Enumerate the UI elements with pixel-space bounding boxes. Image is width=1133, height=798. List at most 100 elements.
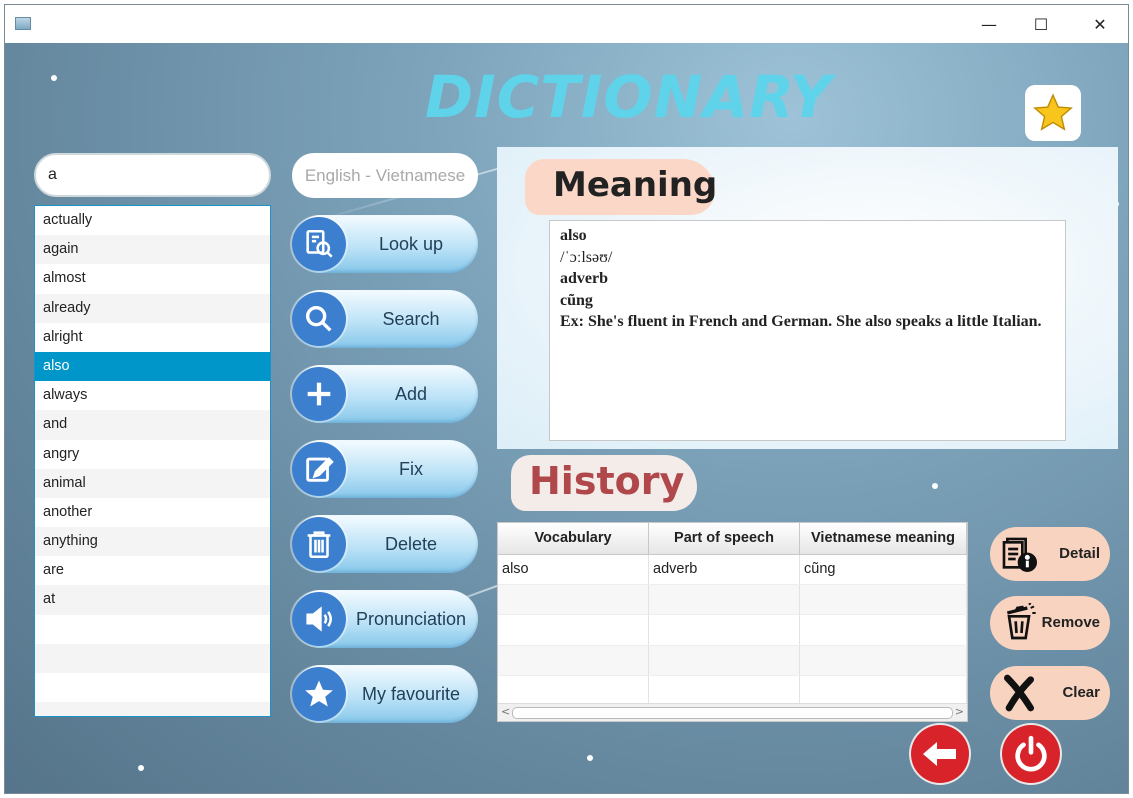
table-row (498, 585, 967, 616)
history-table[interactable]: Vocabulary Part of speech Vietnamese mea… (497, 522, 968, 722)
column-header[interactable]: Vocabulary (498, 523, 649, 554)
fix-label: Fix (399, 459, 423, 479)
delete-label: Delete (384, 534, 438, 554)
star-dot (587, 755, 593, 761)
table-row (498, 675, 967, 706)
add-button[interactable]: Add (292, 365, 478, 423)
maximize-button[interactable]: ☐ (1012, 5, 1070, 43)
power-button[interactable] (1002, 725, 1060, 783)
list-item[interactable]: actually (35, 206, 270, 235)
meaning-text-area[interactable]: also /ˈɔːlsəʊ/ adverb cũng Ex: She's flu… (549, 220, 1066, 441)
table-cell (498, 585, 649, 615)
remove-button[interactable]: Remove (990, 596, 1110, 650)
language-select[interactable]: English - Vietnamese (292, 153, 478, 198)
list-item[interactable]: almost (35, 264, 270, 293)
cross-icon (996, 670, 1042, 716)
list-item[interactable]: are (35, 556, 270, 585)
list-item[interactable]: anything (35, 527, 270, 557)
lookup-button[interactable]: Look up (292, 215, 478, 273)
favourite-star-button[interactable] (1025, 85, 1081, 141)
list-item (35, 673, 270, 702)
list-item[interactable]: at (35, 585, 270, 615)
meaning-example: Ex: She's fluent in French and German. S… (560, 313, 1042, 330)
table-cell (498, 645, 649, 675)
table-cell (649, 615, 800, 645)
table-row[interactable]: also adverb cũng (498, 555, 967, 586)
column-header[interactable]: Part of speech (649, 523, 800, 554)
word-list[interactable]: actually again almost already alright al… (34, 205, 271, 717)
table-cell (800, 675, 967, 705)
star-dot (51, 75, 57, 81)
column-header[interactable]: Vietnamese meaning (800, 523, 967, 554)
search-icon (292, 292, 346, 346)
detail-button[interactable]: Detail (990, 527, 1110, 581)
meaning-part-of-speech: adverb (560, 270, 608, 287)
list-item (35, 702, 270, 716)
meaning-phonetic: /ˈɔːlsəʊ/ (560, 248, 613, 266)
back-arrow-icon (923, 742, 956, 766)
list-item[interactable]: angry (35, 440, 270, 469)
list-item (35, 615, 270, 644)
scrollbar-thumb[interactable] (512, 707, 953, 719)
pronunciation-button[interactable]: Pronunciation (292, 590, 478, 648)
fix-button[interactable]: Fix (292, 440, 478, 498)
minimize-button[interactable]: — (960, 5, 1018, 43)
my-favourite-button[interactable]: My favourite (292, 665, 478, 723)
edit-icon (292, 442, 346, 496)
clear-button[interactable]: Clear (990, 666, 1110, 720)
trash-icon (292, 517, 346, 571)
search-button[interactable]: Search (292, 290, 478, 348)
table-cell: cũng (800, 555, 967, 585)
list-item[interactable]: always (35, 381, 270, 410)
star-dot (138, 765, 144, 771)
horizontal-scrollbar[interactable]: < > (498, 703, 967, 721)
speaker-icon (292, 592, 346, 646)
table-header: Vocabulary Part of speech Vietnamese mea… (498, 523, 967, 555)
remove-label: Remove (1041, 614, 1100, 631)
scroll-right-arrow[interactable]: > (955, 705, 964, 718)
lookup-icon (292, 217, 346, 271)
table-cell (800, 615, 967, 645)
plus-icon (292, 367, 346, 421)
delete-button[interactable]: Delete (292, 515, 478, 573)
table-cell: adverb (649, 555, 800, 585)
table-cell (800, 585, 967, 615)
app-icon (15, 17, 31, 30)
lookup-label: Look up (378, 234, 444, 254)
list-item (35, 643, 270, 673)
history-heading-text: History (529, 459, 685, 503)
my-favourite-label: My favourite (361, 684, 461, 704)
star-dot (932, 483, 938, 489)
history-heading: History (511, 455, 697, 511)
back-button[interactable] (911, 725, 969, 783)
table-cell (649, 675, 800, 705)
app-window: — ☐ ✕ DICTIONARY a English - Vietnamese … (4, 4, 1129, 794)
title-bar: — ☐ ✕ (5, 5, 1128, 43)
list-item-selected[interactable]: also (35, 351, 270, 382)
power-icon (1015, 735, 1047, 772)
app-content: DICTIONARY a English - Vietnamese actual… (5, 43, 1128, 793)
clear-label: Clear (1062, 684, 1100, 701)
table-row (498, 615, 967, 646)
meaning-panel: Meaning also /ˈɔːlsəʊ/ adverb cũng Ex: S… (497, 147, 1118, 449)
list-item[interactable]: animal (35, 468, 270, 498)
meaning-heading-text: Meaning (553, 165, 718, 205)
table-cell (498, 615, 649, 645)
list-item[interactable]: already (35, 293, 270, 323)
meaning-heading: Meaning (525, 159, 718, 215)
meaning-vietnamese: cũng (560, 291, 593, 309)
close-button[interactable]: ✕ (1071, 5, 1128, 43)
search-input[interactable]: a (34, 153, 271, 197)
list-item[interactable]: alright (35, 323, 270, 352)
list-item[interactable]: again (35, 235, 270, 265)
table-cell: also (498, 555, 649, 585)
list-item[interactable]: and (35, 410, 270, 440)
meaning-word: also (560, 227, 587, 244)
scroll-left-arrow[interactable]: < (501, 705, 510, 718)
table-row (498, 645, 967, 676)
search-label: Search (382, 309, 440, 329)
table-cell (649, 645, 800, 675)
list-item[interactable]: another (35, 498, 270, 527)
add-label: Add (394, 384, 428, 404)
star-icon (1033, 93, 1073, 131)
